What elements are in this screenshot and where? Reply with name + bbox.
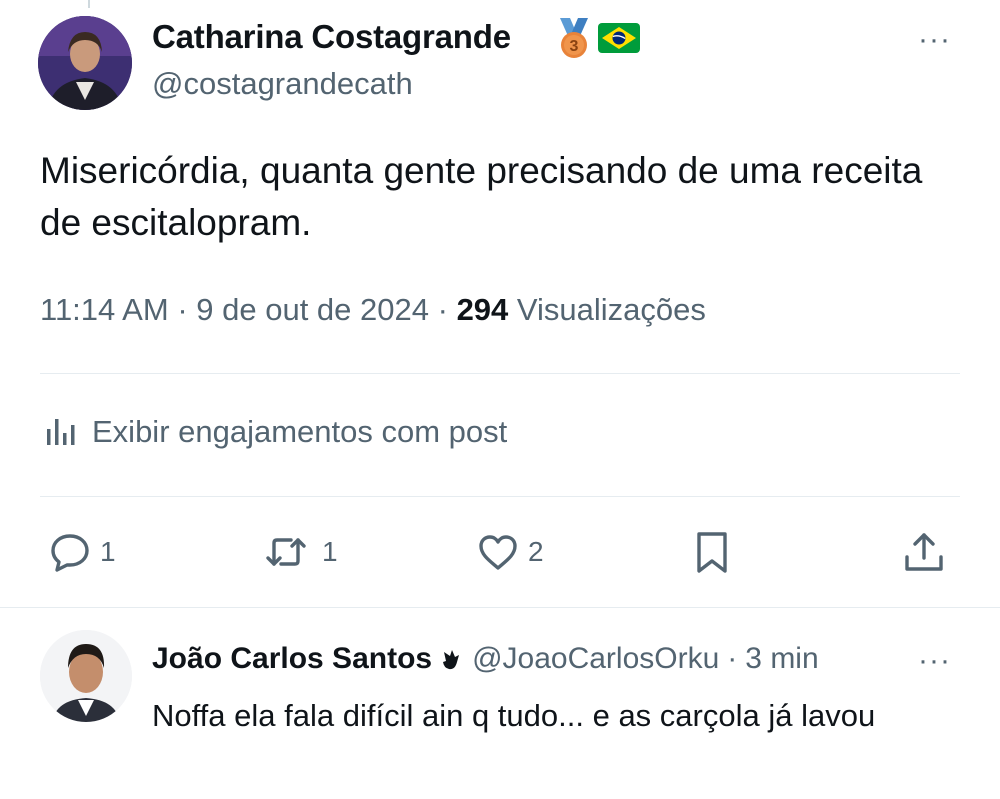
reply-header: João Carlos Santos @JoaoCarlosOrku · 3 m… (152, 642, 912, 676)
thread-connector-line (88, 0, 90, 8)
hand-icon (443, 650, 460, 670)
medal-number: 3 (570, 38, 579, 55)
post-date[interactable]: 9 de out de 2024 (196, 292, 429, 327)
meta-separator: · (437, 292, 448, 327)
retweet-icon (266, 538, 306, 566)
like-count: 2 (528, 536, 544, 567)
reply-author-handle[interactable]: @JoaoCarlosOrku (472, 642, 719, 676)
view-engagements-link[interactable]: Exibir engajamentos com post (44, 414, 507, 450)
post-time[interactable]: 11:14 AM (40, 292, 169, 327)
bookmark-button[interactable] (690, 530, 734, 574)
reply-button[interactable]: 1 (48, 530, 116, 574)
speech-bubble-icon (51, 534, 89, 572)
heart-icon (479, 535, 517, 570)
bronze-medal-icon: 3 (560, 18, 588, 58)
reply-separator: · (727, 642, 738, 675)
reply-count: 1 (100, 536, 116, 567)
post-meta: 11:14 AM · 9 de out de 2024 · 294 Visual… (40, 292, 706, 328)
author-handle[interactable]: @costagrandecath (152, 66, 413, 102)
view-engagements-label: Exibir engajamentos com post (92, 414, 508, 449)
like-button[interactable]: 2 (476, 530, 544, 574)
retweet-button[interactable]: 1 (258, 530, 338, 574)
retweet-count: 1 (322, 536, 338, 567)
bookmark-icon (697, 532, 727, 573)
reply-time[interactable]: 3 min (745, 642, 818, 676)
reply-author-avatar[interactable] (40, 630, 132, 722)
share-icon (905, 533, 943, 571)
author-avatar[interactable] (38, 16, 132, 110)
divider (40, 373, 960, 374)
reply-text: Noffa ela fala difícil ain q tudo... e a… (152, 698, 876, 733)
reply-more-options-icon[interactable]: ··· (918, 646, 951, 676)
share-button[interactable] (902, 530, 946, 574)
views-label: Visualizações (516, 292, 706, 327)
reply-author-name[interactable]: João Carlos Santos (152, 642, 432, 676)
divider (0, 607, 1000, 608)
meta-separator: · (177, 292, 188, 327)
more-options-icon[interactable]: ··· (918, 25, 951, 55)
views-count: 294 (456, 292, 509, 327)
bar-chart-icon (47, 419, 75, 445)
post-text: Misericórdia, quanta gente precisando de… (40, 150, 923, 243)
divider (40, 496, 960, 497)
brazil-flag-icon (598, 23, 640, 53)
author-name[interactable]: Catharina Costagrande (152, 18, 511, 56)
